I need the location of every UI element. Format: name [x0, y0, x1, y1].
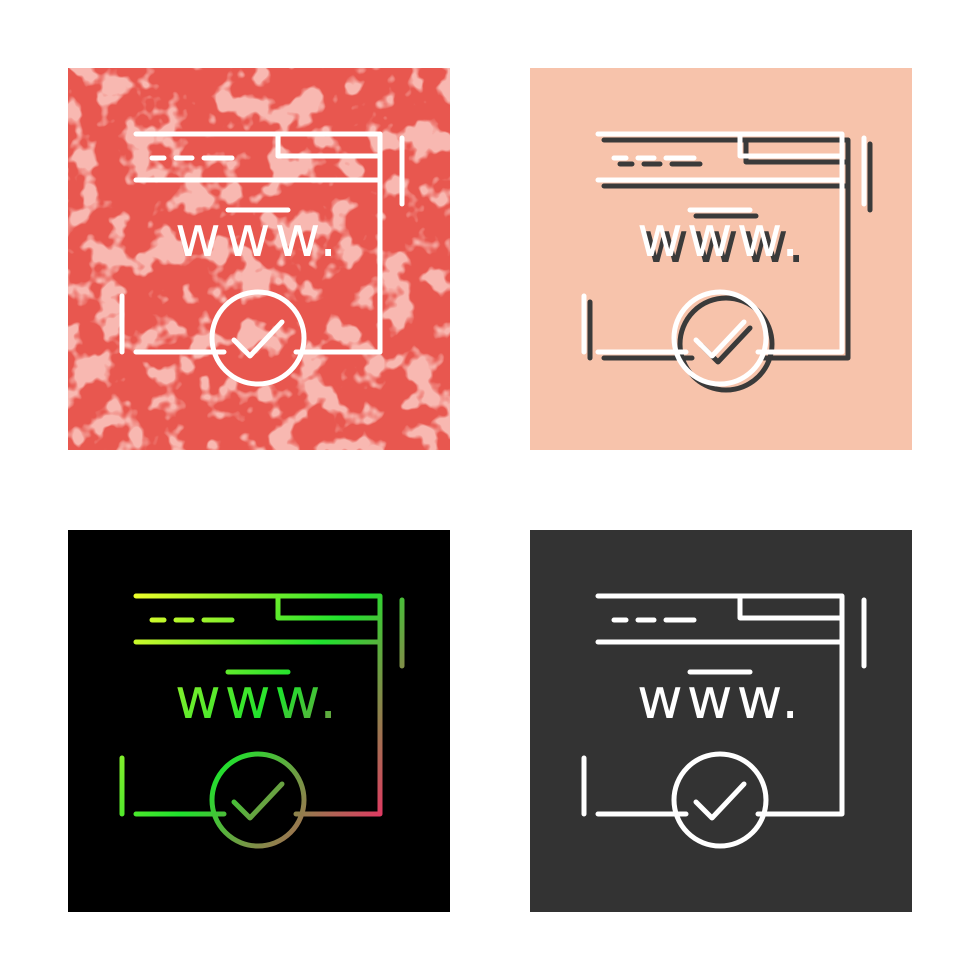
www-label: www.: [637, 667, 803, 732]
icon-tile-black-gradient: www.: [68, 530, 450, 912]
website-verified-icon: www.: [530, 530, 912, 912]
www-label: www.: [175, 667, 341, 732]
www-label: www.: [175, 205, 341, 270]
website-verified-icon: www. www.: [530, 68, 912, 450]
www-label: www.: [637, 205, 803, 270]
icon-tile-peach: www. www.: [530, 68, 912, 450]
website-verified-icon: www.: [68, 530, 450, 912]
icon-tile-dark: www.: [530, 530, 912, 912]
website-verified-icon: www.: [68, 68, 450, 450]
icon-tile-red: www.: [68, 68, 450, 450]
